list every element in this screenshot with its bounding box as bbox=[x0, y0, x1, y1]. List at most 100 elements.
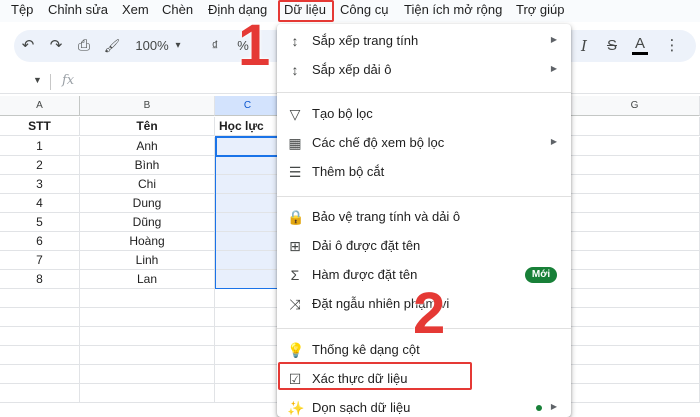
table-cell[interactable] bbox=[570, 117, 700, 136]
zoom-dropdown-icon[interactable]: ▾ bbox=[172, 36, 184, 56]
table-cell[interactable]: 5 bbox=[0, 213, 80, 232]
menu-item-label: Thống kê dạng cột bbox=[312, 342, 420, 357]
table-cell[interactable]: Bình bbox=[80, 156, 215, 175]
table-cell[interactable] bbox=[570, 346, 700, 365]
table-cell[interactable] bbox=[0, 327, 80, 346]
table-cell[interactable] bbox=[570, 175, 700, 194]
menu-item-label: Thêm bộ cắt bbox=[312, 164, 385, 179]
menu-item-add-slicer[interactable]: ☰ Thêm bộ cắt bbox=[277, 158, 571, 186]
table-cell[interactable] bbox=[215, 327, 281, 346]
menu-item-sort-sheet[interactable]: ↕ Sắp xếp trang tính ▶ bbox=[277, 27, 571, 55]
table-cell[interactable]: 3 bbox=[0, 175, 80, 194]
zoom-select[interactable]: 100% bbox=[132, 36, 172, 56]
table-cell[interactable]: 7 bbox=[0, 251, 80, 270]
menu-item-named-ranges[interactable]: ⊞ Dải ô được đặt tên bbox=[277, 232, 571, 260]
highlight-data-menu bbox=[278, 0, 334, 22]
table-cell[interactable] bbox=[570, 251, 700, 270]
menu-tools[interactable]: Công cụ bbox=[340, 2, 388, 17]
table-cell[interactable] bbox=[215, 308, 281, 327]
sort-icon: ↕ bbox=[291, 62, 299, 78]
more-options-icon[interactable]: ⋮ bbox=[664, 36, 680, 56]
table-cell[interactable] bbox=[215, 365, 281, 384]
header-ten[interactable]: Tên bbox=[80, 117, 215, 136]
table-cell[interactable] bbox=[570, 384, 700, 403]
table-cell[interactable] bbox=[80, 384, 215, 403]
table-cell[interactable]: 1 bbox=[0, 137, 80, 156]
table-cell[interactable] bbox=[0, 346, 80, 365]
table-cell[interactable] bbox=[80, 327, 215, 346]
undo-icon[interactable]: ↶ bbox=[18, 36, 38, 56]
menu-file[interactable]: Tệp bbox=[11, 2, 33, 17]
submenu-arrow-icon: ▶ bbox=[550, 64, 557, 73]
menu-item-label: Dải ô được đặt tên bbox=[312, 238, 421, 253]
print-icon[interactable]: ⎙ bbox=[74, 36, 94, 56]
menu-extensions[interactable]: Tiện ích mở rộng bbox=[404, 2, 502, 17]
table-cell[interactable]: Chi bbox=[80, 175, 215, 194]
table-cell[interactable]: Hoàng bbox=[80, 232, 215, 251]
lightbulb-icon: 💡 bbox=[287, 342, 305, 358]
table-cell[interactable] bbox=[570, 156, 700, 175]
table-cell[interactable] bbox=[570, 232, 700, 251]
table-cell[interactable] bbox=[80, 346, 215, 365]
status-dot bbox=[536, 405, 542, 411]
table-cell[interactable]: Dung bbox=[80, 194, 215, 213]
table-cell[interactable]: Dũng bbox=[80, 213, 215, 232]
menu-item-filter-views[interactable]: ▦ Các chế độ xem bộ lọc ▶ bbox=[277, 129, 571, 157]
redo-icon[interactable]: ↷ bbox=[46, 36, 66, 56]
table-cell[interactable] bbox=[215, 289, 281, 308]
table-cell[interactable]: 6 bbox=[0, 232, 80, 251]
table-cell[interactable]: Lan bbox=[80, 270, 215, 289]
table-cell[interactable] bbox=[570, 365, 700, 384]
currency-format-button[interactable]: ₫ bbox=[207, 36, 223, 56]
table-cell[interactable] bbox=[80, 308, 215, 327]
table-cell[interactable] bbox=[215, 346, 281, 365]
table-cell[interactable]: 8 bbox=[0, 270, 80, 289]
menu-insert[interactable]: Chèn bbox=[162, 2, 193, 17]
filter-views-icon: ▦ bbox=[288, 135, 302, 151]
table-cell[interactable] bbox=[570, 270, 700, 289]
menu-help[interactable]: Trợ giúp bbox=[516, 2, 565, 17]
menu-item-data-cleanup[interactable]: ✨ Dọn sạch dữ liệu ▶ bbox=[277, 394, 571, 417]
column-header-a[interactable]: A bbox=[0, 96, 80, 116]
menu-item-protect-sheets[interactable]: 🔒 Bảo vệ trang tính và dải ô bbox=[277, 203, 571, 231]
column-header-c[interactable]: C bbox=[215, 96, 281, 116]
menu-divider bbox=[277, 196, 571, 197]
table-cell[interactable]: Linh bbox=[80, 251, 215, 270]
table-cell[interactable] bbox=[80, 289, 215, 308]
table-cell[interactable] bbox=[570, 308, 700, 327]
strikethrough-button[interactable]: S bbox=[604, 36, 620, 56]
menu-item-create-filter[interactable]: ▽ Tạo bộ lọc bbox=[277, 100, 571, 128]
table-cell[interactable]: Anh bbox=[80, 137, 215, 156]
table-cell[interactable] bbox=[80, 365, 215, 384]
menu-edit[interactable]: Chỉnh sửa bbox=[48, 2, 108, 17]
table-cell[interactable] bbox=[0, 384, 80, 403]
menu-item-sort-range[interactable]: ↕ Sắp xếp dải ô ▶ bbox=[277, 56, 571, 84]
table-cell[interactable] bbox=[0, 308, 80, 327]
name-box-dropdown-icon[interactable]: ▼ bbox=[33, 75, 42, 85]
column-header-g[interactable]: G bbox=[570, 96, 700, 116]
header-hoc-luc[interactable]: Học lực bbox=[215, 117, 281, 136]
paint-format-icon[interactable]: 🖌 bbox=[102, 36, 122, 56]
menu-item-label: Dọn sạch dữ liệu bbox=[312, 400, 411, 415]
menu-item-label: Tạo bộ lọc bbox=[312, 106, 373, 121]
italic-button[interactable]: I bbox=[576, 36, 592, 56]
table-cell[interactable]: 2 bbox=[0, 156, 80, 175]
table-cell[interactable]: 4 bbox=[0, 194, 80, 213]
table-cell[interactable] bbox=[570, 327, 700, 346]
header-stt[interactable]: STT bbox=[0, 117, 80, 136]
table-cell[interactable] bbox=[570, 289, 700, 308]
menu-view[interactable]: Xem bbox=[122, 2, 149, 17]
table-cell[interactable] bbox=[0, 289, 80, 308]
text-color-button[interactable]: A bbox=[632, 36, 648, 55]
table-cell[interactable] bbox=[570, 137, 700, 156]
table-cell[interactable] bbox=[570, 213, 700, 232]
table-cell[interactable] bbox=[215, 384, 281, 403]
table-cell[interactable] bbox=[0, 365, 80, 384]
data-menu-dropdown: ↕ Sắp xếp trang tính ▶ ↕ Sắp xếp dải ô ▶… bbox=[277, 24, 571, 417]
selection-range bbox=[215, 136, 281, 289]
menu-item-label: Sắp xếp dải ô bbox=[312, 62, 392, 77]
menu-bar: Tệp Chỉnh sửa Xem Chèn Định dạng Dữ liệu… bbox=[0, 0, 700, 22]
active-cell-cursor[interactable] bbox=[215, 136, 281, 157]
table-cell[interactable] bbox=[570, 194, 700, 213]
column-header-b[interactable]: B bbox=[80, 96, 215, 116]
